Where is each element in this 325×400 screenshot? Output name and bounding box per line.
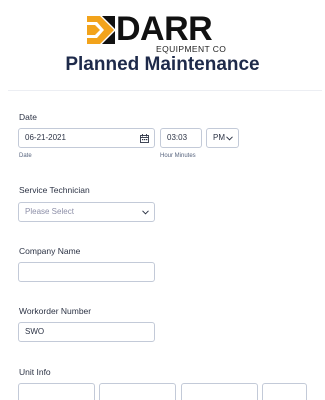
darr-logo: DARR EQUIPMENT CO: [87, 12, 239, 54]
technician-select[interactable]: Please Select: [18, 202, 155, 222]
unit-info-field-1[interactable]: [18, 383, 95, 400]
page-title: Planned Maintenance: [65, 54, 260, 75]
darr-logo-mark: [87, 16, 115, 44]
unit-info-field-3[interactable]: [181, 383, 258, 400]
time-input[interactable]: 03:03: [160, 128, 202, 148]
date-sublabel: Date: [19, 153, 32, 159]
company-label: Company Name: [19, 246, 81, 256]
ampm-value: PM: [213, 133, 225, 142]
time-sublabel: Hour Minutes: [160, 153, 196, 159]
workorder-input[interactable]: SWO: [18, 322, 155, 342]
unit-info-label: Unit Info: [19, 367, 51, 377]
date-input[interactable]: 06-21-2021: [18, 128, 155, 148]
unit-info-field-4[interactable]: [262, 383, 307, 400]
technician-placeholder: Please Select: [25, 207, 74, 216]
chevron-down-icon: [226, 136, 233, 141]
chevron-down-icon: [142, 210, 149, 215]
logo-subtitle: EQUIPMENT CO: [156, 44, 227, 54]
ampm-select[interactable]: PM: [206, 128, 239, 148]
header-divider: [8, 90, 322, 91]
time-value: 03:03: [167, 133, 188, 142]
technician-label: Service Technician: [19, 185, 90, 195]
workorder-label: Workorder Number: [19, 306, 92, 316]
logo-wordmark: DARR: [116, 10, 213, 48]
company-input[interactable]: [18, 262, 155, 282]
unit-info-field-2[interactable]: [99, 383, 176, 400]
date-value: 06-21-2021: [25, 133, 66, 142]
workorder-value: SWO: [25, 327, 45, 336]
calendar-icon[interactable]: [140, 134, 149, 143]
date-label: Date: [19, 112, 37, 122]
